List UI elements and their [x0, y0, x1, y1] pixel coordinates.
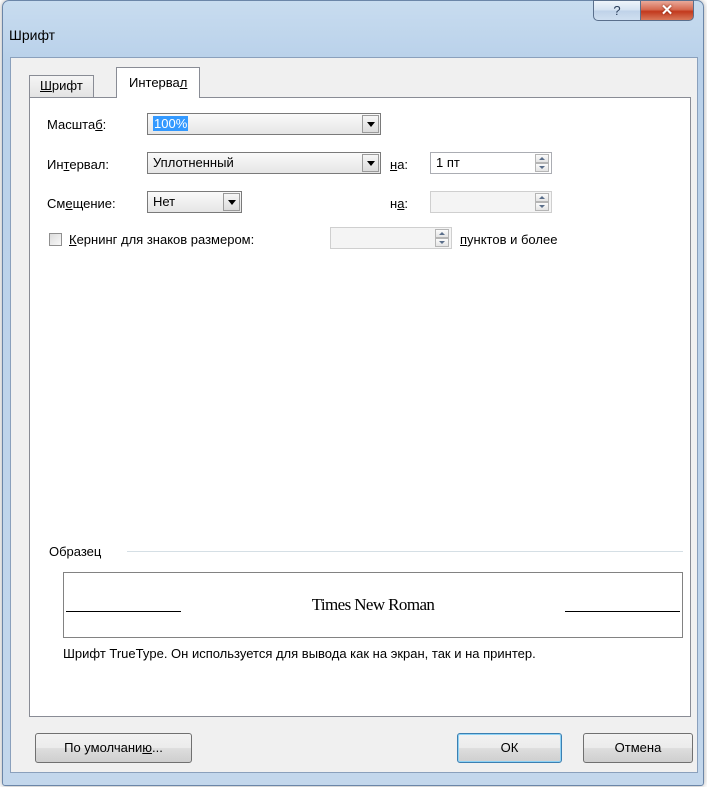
- position-by-spinbox[interactable]: [430, 191, 552, 213]
- kerning-size-spinbox[interactable]: [330, 227, 452, 249]
- kerning-suffix: пунктов и более: [460, 232, 558, 247]
- spacing-by-spinbox[interactable]: 1 пт: [430, 152, 552, 174]
- spin-up-icon[interactable]: [435, 229, 449, 238]
- spin-down-icon[interactable]: [435, 238, 449, 247]
- cancel-button[interactable]: Отмена: [583, 733, 693, 763]
- scale-combo[interactable]: 100%: [147, 113, 381, 135]
- spacing-combo[interactable]: Уплотненный: [147, 152, 381, 174]
- help-button[interactable]: ?: [593, 0, 641, 21]
- position-by-label: на:: [390, 196, 409, 211]
- position-combo[interactable]: Нет: [147, 191, 242, 213]
- tab-font[interactable]: Шрифт: [29, 75, 94, 97]
- window-title: Шрифт: [9, 27, 56, 43]
- spacing-value: Уплотненный: [153, 155, 234, 170]
- chevron-down-icon[interactable]: [362, 115, 379, 133]
- chevron-down-icon[interactable]: [362, 154, 379, 172]
- help-icon: ?: [613, 3, 621, 18]
- preview-description: Шрифт TrueType. Он используется для выво…: [63, 646, 536, 661]
- spacing-by-label: на:: [390, 157, 409, 172]
- preview-right-line: [565, 611, 680, 612]
- spin-down-icon[interactable]: [535, 163, 549, 172]
- position-label: Смещение:: [47, 196, 116, 211]
- position-value: Нет: [153, 194, 176, 209]
- close-button[interactable]: ✕: [640, 0, 694, 21]
- spacing-label: Интервал:: [47, 157, 109, 172]
- spin-down-icon[interactable]: [535, 202, 549, 211]
- spin-up-icon[interactable]: [535, 193, 549, 202]
- preview-box: Times New Roman: [63, 572, 683, 638]
- tab-spacing[interactable]: Интервал: [116, 67, 201, 98]
- kerning-label[interactable]: Кернинг для знаков размером:: [69, 232, 254, 247]
- kerning-checkbox[interactable]: [49, 233, 62, 246]
- ok-button[interactable]: ОК: [457, 733, 562, 763]
- close-icon: ✕: [660, 2, 674, 19]
- spin-up-icon[interactable]: [535, 154, 549, 163]
- preview-sample-text: Times New Roman: [311, 595, 435, 614]
- preview-group-label: Образец: [49, 544, 102, 559]
- chevron-down-icon[interactable]: [223, 193, 240, 211]
- set-default-button[interactable]: По умолчанию...: [35, 733, 192, 763]
- scale-label: Масштаб:: [47, 117, 107, 132]
- group-divider: [127, 551, 683, 552]
- spacing-by-value: 1 пт: [436, 155, 460, 170]
- scale-value: 100%: [153, 116, 189, 131]
